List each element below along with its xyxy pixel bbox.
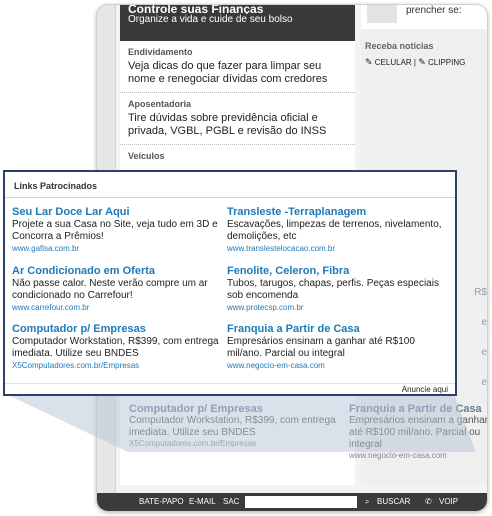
ad-title[interactable]: Transleste -Terraplanagem [227, 206, 442, 218]
anuncie-aqui-link[interactable]: Anuncie aqui [402, 385, 448, 394]
ad-desc: Computador Workstation, R$399, com entre… [12, 336, 219, 359]
popup-divider [5, 197, 455, 198]
ad-item[interactable]: Fenolite, Celeron, Fibra Tubos, tarugos,… [227, 265, 442, 313]
ad-url[interactable]: www.negocio-em-casa.com [227, 361, 442, 371]
ad-url[interactable]: www.protecsp.com.br [227, 303, 442, 313]
sponsored-links-popup: Links Patrocinados Seu Lar Doce Lar Aqui… [3, 170, 457, 396]
ad-title[interactable]: Ar Condicionado em Oferta [12, 265, 227, 277]
ad-item[interactable]: Transleste -Terraplanagem Escavações, li… [227, 206, 442, 254]
ad-url[interactable]: www.carrefour.com.br [12, 303, 227, 313]
ad-item[interactable]: Ar Condicionado em Oferta Não passe calo… [12, 265, 227, 313]
ad-url[interactable]: www.gafisa.com.br [12, 244, 227, 254]
ad-title[interactable]: Fenolite, Celeron, Fibra [227, 265, 442, 277]
ad-title[interactable]: Seu Lar Doce Lar Aqui [12, 206, 227, 218]
ad-desc: Não passe calor. Neste verão compre um a… [12, 278, 208, 301]
popup-footer-divider [5, 383, 455, 384]
ad-url[interactable]: X5Computadores.com.br/Empresas [12, 361, 227, 371]
ad-desc: Escavações, limpezas de terrenos, nivela… [227, 219, 442, 242]
ad-desc: Tubos, tarugos, chapas, perfis. Peças es… [227, 278, 439, 301]
ad-title[interactable]: Franquia a Partir de Casa [227, 323, 442, 335]
ad-desc: Empresários ensinam a ganhar até R$100 m… [227, 336, 415, 359]
ad-desc: Projete a sua Casa no Site, veja tudo em… [12, 219, 218, 242]
popup-header: Links Patrocinados [14, 181, 98, 191]
zoom-callout-shape [6, 394, 476, 452]
ad-item[interactable]: Seu Lar Doce Lar Aqui Projete a sua Casa… [12, 206, 227, 254]
ad-url[interactable]: www.translestelocacao.com.br [227, 244, 442, 254]
ad-title[interactable]: Computador p/ Empresas [12, 323, 227, 335]
ad-item[interactable]: Franquia a Partir de Casa Empresários en… [227, 323, 442, 371]
ad-item[interactable]: Computador p/ Empresas Computador Workst… [12, 323, 227, 371]
